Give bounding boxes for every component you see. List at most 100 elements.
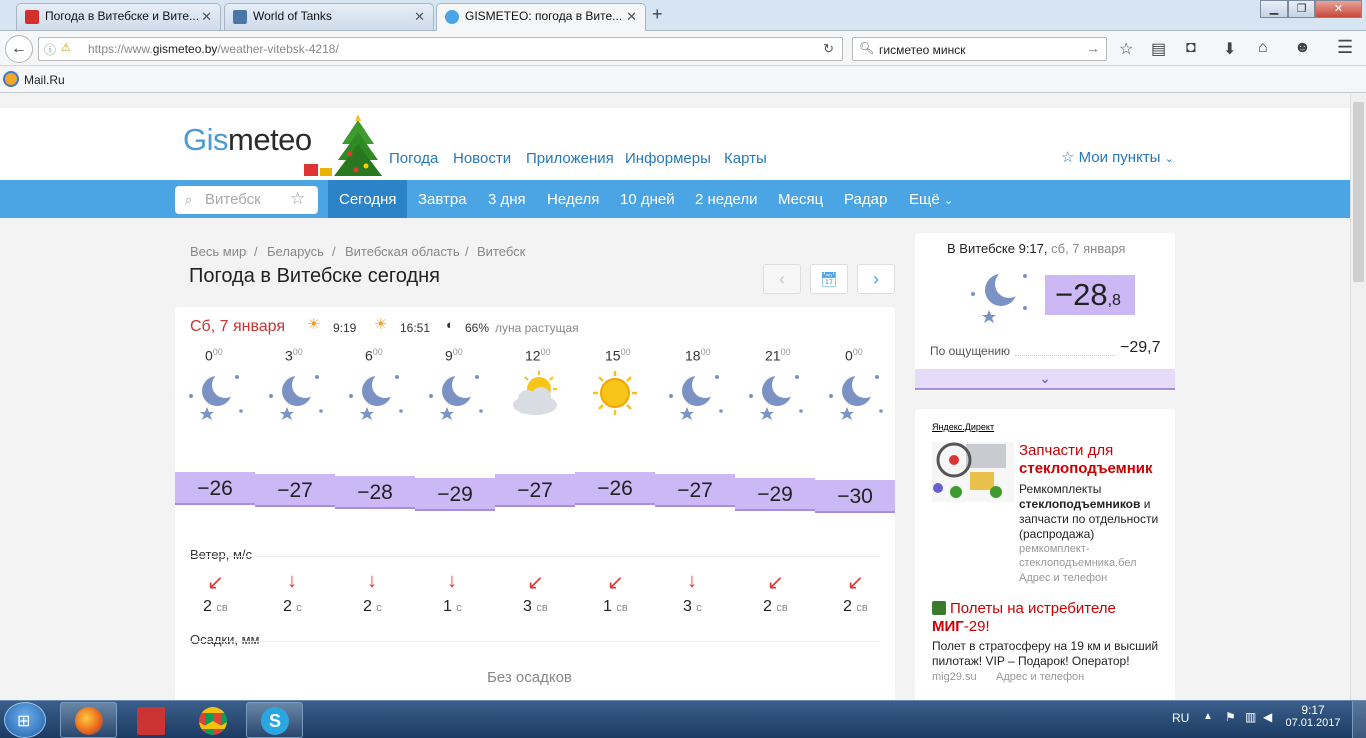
tab-week[interactable]: Неделя — [547, 191, 599, 208]
favorite-star-icon[interactable]: ☆ — [290, 189, 305, 209]
search-go-icon[interactable]: → — [1086, 40, 1100, 56]
breadcrumb-belarus[interactable]: Беларусь — [267, 244, 324, 259]
tray-network-icon[interactable]: ▥ — [1245, 710, 1256, 724]
mailru-icon — [3, 71, 19, 87]
show-desktop-button[interactable] — [1352, 701, 1366, 738]
tab-more[interactable]: Ещё ⌄ — [909, 191, 953, 208]
lock-warning-icon: ⚠ — [61, 42, 71, 54]
breadcrumb-sep: / — [465, 244, 469, 259]
moon-stars-icon — [429, 372, 483, 420]
breadcrumb-world[interactable]: Весь мир — [190, 244, 246, 259]
tab-radar[interactable]: Радар — [844, 191, 887, 208]
search-input[interactable]: гисметео минск — [879, 43, 965, 57]
wind-speed: 2 с — [283, 598, 302, 615]
sunrise-icon: ☀ — [307, 316, 321, 333]
next-day-button[interactable]: › — [857, 264, 895, 294]
ad1-url[interactable]: ремкомплект-стеклоподъемника.бел — [1019, 542, 1169, 570]
hour-label: 300 — [285, 347, 303, 364]
page-scrollbar[interactable] — [1350, 94, 1366, 700]
minimize-button[interactable]: ▁ — [1260, 0, 1288, 18]
close-tab-icon[interactable]: ✕ — [201, 4, 212, 29]
tab-3-days[interactable]: 3 дня — [488, 191, 526, 208]
calendar-button[interactable]: 📅︎ — [810, 264, 848, 294]
skype-icon: S — [261, 707, 289, 735]
reading-list-icon[interactable]: ▤ — [1151, 39, 1166, 59]
navigation-toolbar: ← ⓘ ⚠ https://www.gismeteo.by/weather-vi… — [0, 31, 1366, 66]
nav-pogoda[interactable]: Погода — [389, 150, 438, 167]
moon-stars-icon — [749, 372, 803, 420]
temperature-value: −28 — [335, 476, 415, 509]
tray-flag-icon[interactable]: ⚑ — [1225, 710, 1236, 724]
taskbar-app[interactable] — [122, 702, 179, 738]
close-tab-icon[interactable]: ✕ — [626, 4, 637, 29]
tab-gismeteo[interactable]: GISMETEO: погода в Вите... ✕ — [436, 3, 646, 31]
wind-direction-icon: ↙ — [527, 572, 544, 594]
temperature-value: −27 — [255, 474, 335, 507]
back-button[interactable]: ← — [5, 35, 33, 63]
web-page: Gismeteo Погода Новости Приложения Инфор… — [0, 94, 1350, 700]
ad2-url[interactable]: mig29.su — [932, 671, 977, 683]
tab-2-weeks[interactable]: 2 недели — [695, 191, 758, 208]
address-bar[interactable]: ⓘ ⚠ https://www.gismeteo.by/weather-vite… — [38, 37, 843, 61]
bookmark-mailru[interactable]: Mail.Ru — [24, 73, 65, 87]
nav-novosti[interactable]: Новости — [453, 150, 511, 167]
ad2-contact[interactable]: Адрес и телефон — [996, 671, 1084, 683]
home-icon[interactable]: ⌂ — [1258, 39, 1268, 57]
menu-icon[interactable]: ☰ — [1337, 37, 1353, 58]
nav-prilozheniya[interactable]: Приложения — [526, 150, 614, 167]
tab-tomorrow[interactable]: Завтра — [418, 191, 467, 208]
feels-like-value: −29,7 — [1120, 339, 1161, 356]
moon-stars-icon — [269, 372, 323, 420]
moon-phase-icon: ◐ — [446, 317, 454, 332]
temperature-value: −26 — [175, 472, 255, 505]
close-tab-icon[interactable]: ✕ — [414, 4, 425, 29]
sunset-time: 16:51 — [400, 321, 431, 335]
start-button[interactable]: ⊞ — [4, 702, 46, 738]
reload-icon[interactable]: ↻ — [823, 41, 834, 57]
taskbar-firefox[interactable] — [60, 702, 117, 738]
close-window-button[interactable]: ✕ — [1315, 0, 1362, 18]
nav-informery[interactable]: Информеры — [625, 150, 711, 167]
tray-volume-icon[interactable]: ◀ — [1263, 710, 1272, 724]
expand-button[interactable]: ⌄ — [915, 369, 1175, 390]
tab-title: World of Tanks — [253, 9, 332, 23]
taskbar-skype[interactable]: S — [246, 702, 303, 738]
language-indicator[interactable]: RU — [1172, 711, 1189, 725]
tab-today-label[interactable]: Сегодня — [339, 191, 397, 208]
clock[interactable]: 9:17 07.01.2017 — [1283, 703, 1343, 729]
tab-10-days[interactable]: 10 дней — [620, 191, 675, 208]
city-search-input[interactable]: ⌕ Витебск ☆ — [175, 186, 318, 214]
temperature-value: −27 — [495, 474, 575, 507]
search-bar[interactable]: 🔍︎ гисметео минск → — [852, 37, 1107, 61]
nav-karty[interactable]: Карты — [724, 150, 767, 167]
tab-month[interactable]: Месяц — [778, 191, 823, 208]
scrollbar-thumb[interactable] — [1353, 102, 1364, 282]
breadcrumb-city[interactable]: Витебск — [477, 244, 525, 259]
downloads-icon[interactable]: ⬇ — [1223, 39, 1236, 59]
gismeteo-logo[interactable]: Gismeteo — [183, 122, 312, 158]
christmas-tree-icon — [304, 114, 382, 176]
ad2-title[interactable]: Полеты на истребителе МИГ-29! — [932, 600, 1167, 636]
tab-world-of-tanks[interactable]: World of Tanks ✕ — [224, 3, 434, 30]
maximize-button[interactable]: ❐ — [1288, 0, 1315, 18]
prev-day-button[interactable]: ‹ — [763, 264, 801, 294]
ad1-contact[interactable]: Адрес и телефон — [1019, 572, 1107, 584]
ad1-title[interactable]: Запчасти для стеклоподъемник — [1019, 442, 1169, 478]
tab-title: GISMETEO: погода в Вите... — [465, 9, 623, 23]
hour-label: 900 — [445, 347, 463, 364]
bookmark-star-icon[interactable]: ☆ — [1119, 39, 1133, 59]
new-tab-icon[interactable]: + — [652, 4, 663, 25]
wind-speed: 3 с — [683, 598, 702, 615]
temperature-value: −26 — [575, 472, 655, 505]
info-icon[interactable]: ⓘ — [44, 41, 56, 58]
pocket-icon[interactable]: ◘ — [1186, 39, 1196, 57]
breadcrumb-region[interactable]: Витебская область — [345, 244, 460, 259]
current-title: В Витебске 9:17, сб, 7 января — [947, 241, 1126, 256]
tray-arrow-icon[interactable]: ▲ — [1203, 711, 1213, 722]
tab-pogoda-vitebsk[interactable]: Погода в Витебске и Вите... ✕ — [16, 3, 221, 30]
app-icon — [137, 707, 165, 735]
taskbar-chrome[interactable] — [184, 702, 241, 738]
chat-icon[interactable]: ☻ — [1294, 39, 1311, 57]
my-points-link[interactable]: ☆ Мои пункты ⌄ — [1061, 148, 1174, 166]
ads-label[interactable]: Яндекс.Директ — [932, 422, 994, 432]
